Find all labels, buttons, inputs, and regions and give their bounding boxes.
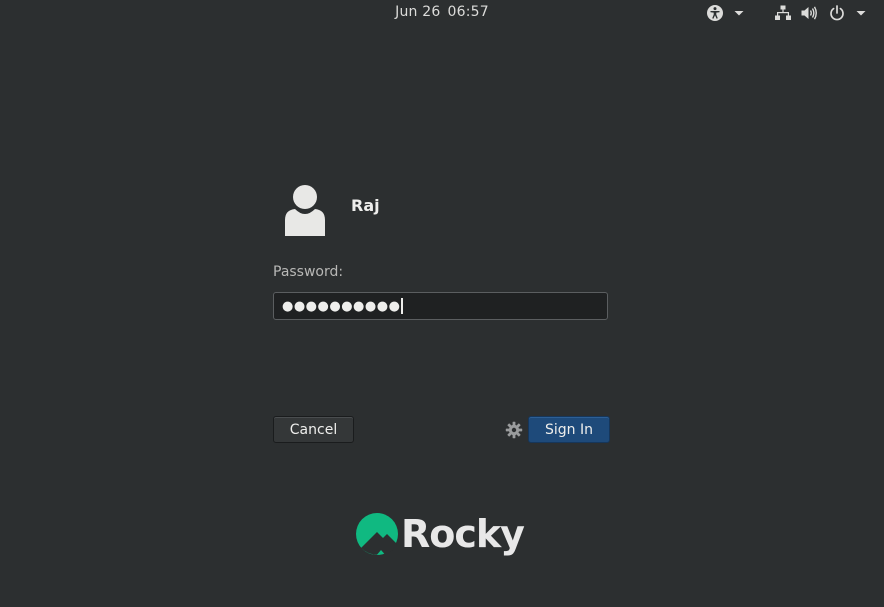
rocky-logo-icon <box>356 513 398 555</box>
password-field[interactable]: ●●●●●●●●●● <box>273 292 608 320</box>
accessibility-icon <box>707 5 723 21</box>
cancel-button[interactable]: Cancel <box>273 416 354 443</box>
volume-icon <box>801 6 817 20</box>
chevron-down-icon <box>856 11 866 16</box>
user-avatar-icon <box>285 185 325 236</box>
login-screen: Jun 26 06:57 Raj Password: ●●●●●●●●●● Ca… <box>0 0 884 607</box>
gear-icon[interactable] <box>505 421 523 439</box>
power-icon <box>830 5 844 21</box>
username-label: Raj <box>351 196 380 215</box>
rocky-logo: Rocky <box>355 512 525 556</box>
accessibility-menu[interactable] <box>706 3 744 23</box>
password-label: Password: <box>273 264 344 280</box>
text-cursor <box>401 298 404 314</box>
logo-text: Rocky <box>401 512 525 556</box>
password-value: ●●●●●●●●●● <box>282 298 401 314</box>
network-icon <box>775 5 791 20</box>
clock-time: 06:57 <box>447 4 489 20</box>
clock[interactable]: Jun 26 06:57 <box>0 4 884 20</box>
sign-in-button[interactable]: Sign In <box>528 416 610 443</box>
system-menu[interactable] <box>774 3 866 23</box>
top-bar: Jun 26 06:57 <box>0 0 884 26</box>
chevron-down-icon <box>734 11 744 16</box>
clock-date: Jun 26 <box>395 4 441 20</box>
